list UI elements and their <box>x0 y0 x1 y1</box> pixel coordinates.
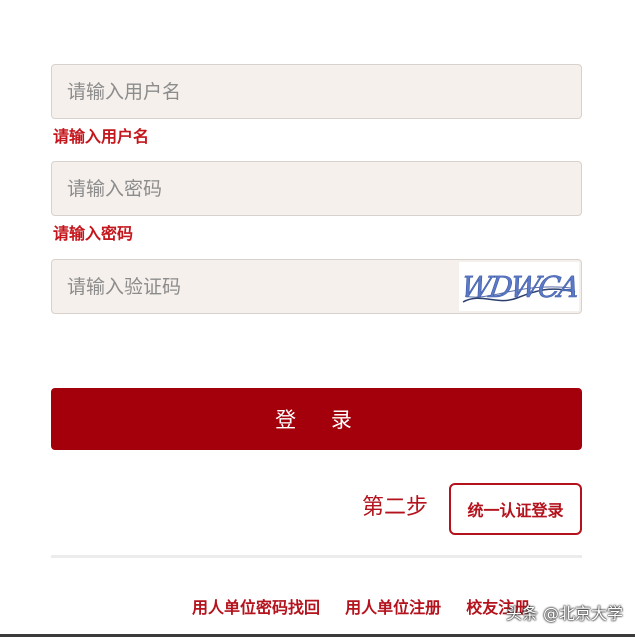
footer-link-employer-register[interactable]: 用人单位注册 <box>345 597 441 619</box>
watermark: 头条 @北京大学 <box>505 604 623 623</box>
footer-link-password-recovery[interactable]: 用人单位密码找回 <box>192 597 320 619</box>
unified-auth-login-button[interactable]: 统一认证登录 <box>449 483 582 535</box>
username-input[interactable] <box>52 65 581 118</box>
password-input[interactable] <box>52 162 581 215</box>
username-field[interactable] <box>51 64 582 119</box>
captcha-field[interactable]: WDWCA <box>51 259 582 314</box>
password-field[interactable] <box>51 161 582 216</box>
footer-links: 用人单位密码找回 用人单位注册 校友注册 <box>192 597 530 619</box>
login-button[interactable]: 登 录 <box>51 388 582 450</box>
captcha-image[interactable]: WDWCA <box>459 262 581 311</box>
password-error: 请输入密码 <box>53 224 134 243</box>
captcha-text: WDWCA <box>459 270 579 304</box>
captcha-graphic: WDWCA <box>459 262 581 311</box>
username-error: 请输入用户名 <box>53 127 150 146</box>
second-step-label: 第二步 <box>362 495 429 520</box>
captcha-input[interactable] <box>52 260 452 313</box>
divider <box>51 555 582 558</box>
